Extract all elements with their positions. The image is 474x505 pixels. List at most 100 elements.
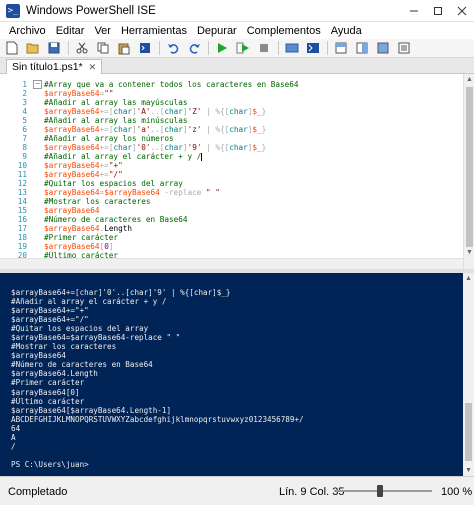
- toolbar-separator: [278, 41, 279, 55]
- console-line: $arrayBase64+="/": [11, 315, 89, 325]
- code-token: "": [104, 89, 114, 98]
- minimize-icon[interactable]: [402, 0, 426, 22]
- console-vertical-scrollbar[interactable]: ▲ ▼: [463, 273, 474, 476]
- console-pane[interactable]: $arrayBase64+=[char]'0'..[char]'9' | %{[…: [0, 273, 474, 476]
- code-line: #Quitar los espacios del array: [44, 179, 299, 188]
- scroll-up-icon[interactable]: ▲: [463, 273, 474, 284]
- zoom-slider[interactable]: [336, 485, 432, 497]
- status-text: Completado: [8, 486, 68, 498]
- script-pane[interactable]: 123456789101112131415161718192021 − #Arr…: [0, 74, 474, 269]
- console-line: $arrayBase64.Length: [11, 369, 98, 379]
- scrollbar-thumb[interactable]: [466, 87, 473, 247]
- code-token: '9': [187, 143, 202, 152]
- run-script-icon[interactable]: [213, 40, 231, 56]
- code-token: ..: [150, 143, 160, 152]
- status-bar: Completado Lín. 9 Col. 35 100 %: [0, 476, 474, 505]
- open-folder-icon[interactable]: [24, 40, 42, 56]
- show-script-pane-top-icon[interactable]: [332, 40, 350, 56]
- save-icon[interactable]: [45, 40, 63, 56]
- menu-ver[interactable]: Ver: [89, 25, 116, 37]
- scroll-down-icon[interactable]: ▼: [463, 465, 474, 476]
- code-token: }: [261, 125, 267, 134]
- code-token: +=: [99, 125, 109, 134]
- code-token: char: [164, 143, 183, 152]
- scroll-up-icon[interactable]: ▲: [464, 74, 474, 85]
- code-token: char: [113, 143, 132, 152]
- line-number: 3: [22, 98, 27, 107]
- zoom-track: [336, 490, 432, 492]
- code-token: }: [261, 107, 267, 116]
- code-token: char: [229, 143, 248, 152]
- code-token: $_: [252, 143, 262, 152]
- new-file-icon[interactable]: [3, 40, 21, 56]
- menu-editar[interactable]: Editar: [51, 25, 90, 37]
- powershell-icon[interactable]: [304, 40, 322, 56]
- show-script-pane-right-icon[interactable]: [353, 40, 371, 56]
- console-line: #Último carácter: [11, 396, 85, 406]
- code-token: $arrayBase64: [44, 242, 100, 251]
- tab-script[interactable]: Sin título1.ps1* ✕: [6, 59, 103, 74]
- menu-herramientas[interactable]: Herramientas: [116, 25, 192, 37]
- line-number: 5: [22, 116, 27, 125]
- code-line: #Añadir al array los números: [44, 134, 299, 143]
- console-line: $arrayBase64[$arrayBase64.Length-1]: [11, 405, 172, 415]
- menu-depurar[interactable]: Depurar: [192, 25, 242, 37]
- tab-label: Sin título1.ps1*: [12, 61, 83, 73]
- code-token: #Añadir al array las minúsculas: [44, 116, 188, 125]
- console-line: $arrayBase64+=[char]'0'..[char]'9' | %{[…: [11, 288, 231, 297]
- line-number: 15: [17, 206, 27, 215]
- maximize-icon[interactable]: [426, 0, 450, 22]
- code-token: #Array que va a contener todos los carac…: [44, 80, 299, 89]
- code-line: $arrayBase64+="/": [44, 170, 299, 179]
- paste-icon[interactable]: [115, 40, 133, 56]
- code-token: $_: [252, 107, 262, 116]
- fold-toggle-icon[interactable]: −: [33, 80, 42, 89]
- zoom-thumb[interactable]: [377, 485, 383, 497]
- code-token: $arrayBase64: [44, 161, 100, 170]
- code-token: 'a': [136, 125, 151, 134]
- cut-icon[interactable]: [73, 40, 91, 56]
- line-number: 4: [22, 107, 27, 116]
- code-line: #Array que va a contener todos los carac…: [44, 80, 299, 89]
- menu-complementos[interactable]: Complementos: [242, 25, 326, 37]
- console-line: $arrayBase64=$arrayBase64-replace " ": [11, 333, 181, 343]
- tab-strip: Sin título1.ps1* ✕: [0, 58, 474, 74]
- run-selection-icon[interactable]: [234, 40, 252, 56]
- powershell-icon: >_: [6, 3, 20, 18]
- copy-icon[interactable]: [94, 40, 112, 56]
- close-icon[interactable]: ✕: [89, 62, 97, 73]
- code-token: 'Z': [187, 107, 202, 116]
- line-number: 16: [17, 215, 27, 224]
- clear-console-icon[interactable]: [136, 40, 154, 56]
- console-line: 64: [11, 423, 21, 433]
- stop-icon[interactable]: [255, 40, 273, 56]
- script-vertical-scrollbar[interactable]: ▲ ▼: [463, 74, 474, 269]
- console-line: A: [11, 432, 16, 442]
- code-line: $arrayBase64[0]: [44, 242, 299, 251]
- scroll-down-icon[interactable]: ▼: [464, 247, 474, 258]
- code-line: #Añadir al array el carácter + y /: [44, 152, 299, 161]
- line-number: 9: [22, 152, 27, 161]
- show-command-pane-icon[interactable]: [395, 40, 413, 56]
- code-token: #Mostrar los caracteres: [44, 197, 151, 206]
- redo-icon[interactable]: [185, 40, 203, 56]
- show-script-pane-max-icon[interactable]: [374, 40, 392, 56]
- console-output[interactable]: $arrayBase64+=[char]'0'..[char]'9' | %{[…: [11, 288, 304, 469]
- code-token: char: [229, 125, 248, 134]
- script-horizontal-scrollbar[interactable]: [0, 258, 463, 269]
- code-token: 'z': [187, 125, 202, 134]
- console-line: #Quitar los espacios del array: [11, 324, 149, 334]
- code-token: +=: [99, 107, 109, 116]
- close-icon[interactable]: [450, 0, 474, 22]
- new-remote-tab-icon[interactable]: [283, 40, 301, 56]
- console-line: $arrayBase64+="+": [11, 306, 89, 316]
- code-token: |: [201, 143, 216, 152]
- undo-icon[interactable]: [164, 40, 182, 56]
- scrollbar-thumb[interactable]: [465, 403, 472, 461]
- code-token: +=: [99, 170, 109, 179]
- code-line: #Primer carácter: [44, 233, 299, 242]
- toolbar-separator: [159, 41, 160, 55]
- menu-ayuda[interactable]: Ayuda: [326, 25, 367, 37]
- script-editor[interactable]: #Array que va a contener todos los carac…: [44, 80, 299, 269]
- menu-archivo[interactable]: Archivo: [4, 25, 51, 37]
